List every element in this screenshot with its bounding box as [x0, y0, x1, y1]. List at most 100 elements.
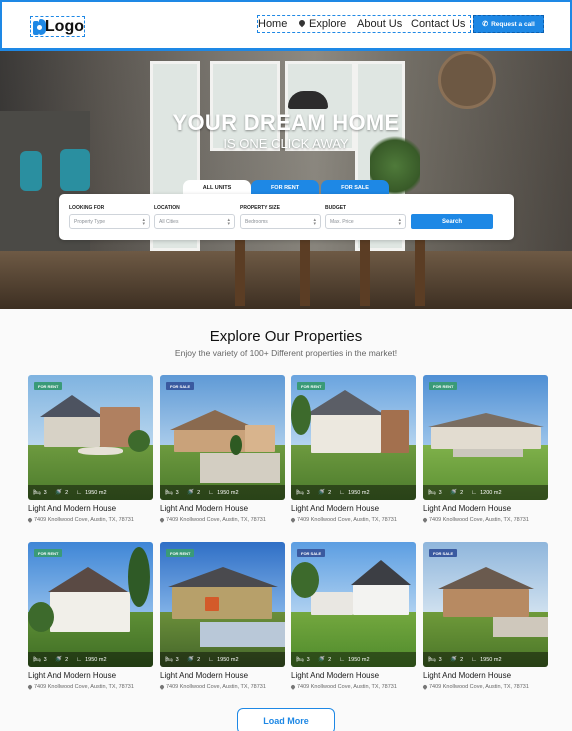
select-arrows-icon: ▴ ▾ — [398, 217, 401, 227]
property-title[interactable]: Light And Modern House — [423, 504, 511, 513]
property-image[interactable]: 🛏 3 🚿 2 ∟ 1950 m2 FOR RENT — [160, 542, 285, 667]
beds-count: 3 — [175, 656, 179, 663]
bed-icon: 🛏 — [165, 490, 173, 496]
main-nav: Home Explore About Us Contact Us — [257, 15, 471, 33]
property-type-value: Property Type — [74, 218, 106, 225]
property-image[interactable]: 🛏 3 🚿 2 ∟ 1950 m2 FOR SALE — [423, 542, 548, 667]
property-address-text: 7409 Knollwood Cove, Austin, TX, 78731 — [34, 684, 134, 690]
location-pin-icon — [423, 685, 427, 690]
baths-count: 2 — [197, 489, 201, 496]
logo-text: Logo — [44, 17, 84, 35]
location-pin-icon — [160, 685, 164, 690]
property-address-text: 7409 Knollwood Cove, Austin, TX, 78731 — [297, 684, 397, 690]
tab-for-sale[interactable]: FOR SALE — [321, 180, 389, 195]
nav-explore[interactable]: Explore — [299, 18, 346, 30]
max-price-select[interactable]: Max. Price ▴ ▾ — [325, 214, 406, 229]
bed-icon: 🛏 — [33, 490, 41, 496]
nav-home[interactable]: Home — [258, 18, 287, 30]
property-address: 7409 Knollwood Cove, Austin, TX, 78731 — [28, 517, 134, 523]
bath-icon: 🚿 — [186, 490, 195, 496]
property-title[interactable]: Light And Modern House — [160, 504, 248, 513]
beds-count: 3 — [175, 489, 179, 496]
property-image[interactable]: 🛏 3 🚿 2 ∟ 1200 m2 FOR RENT — [423, 375, 548, 500]
search-button[interactable]: Search — [411, 214, 493, 229]
property-stats: 🛏 3 🚿 2 ∟ 1950 m2 — [423, 652, 548, 667]
bedrooms-select[interactable]: Bedrooms ▴ ▾ — [240, 214, 321, 229]
baths-count: 2 — [460, 656, 464, 663]
search-panel: LOOKING FOR Property Type ▴ ▾ LOCATION Al… — [59, 194, 514, 240]
baths-count: 2 — [328, 656, 332, 663]
property-title[interactable]: Light And Modern House — [291, 504, 379, 513]
bath-icon: 🚿 — [186, 657, 195, 663]
area-icon: ∟ — [339, 656, 346, 663]
bed-icon: 🛏 — [296, 657, 304, 663]
area-value: 1950 m2 — [348, 489, 370, 496]
property-image[interactable]: 🛏 3 🚿 2 ∟ 1950 m2 FOR RENT — [291, 375, 416, 500]
location-pin-icon — [291, 518, 295, 523]
beds-count: 3 — [438, 656, 442, 663]
bed-icon: 🛏 — [428, 657, 436, 663]
baths-count: 2 — [328, 489, 332, 496]
nav-explore-label: Explore — [309, 18, 347, 30]
status-badge: FOR RENT — [34, 382, 63, 390]
location-select[interactable]: All Cities ▴ ▾ — [154, 214, 235, 229]
area-icon: ∟ — [471, 489, 478, 496]
property-address: 7409 Knollwood Cove, Austin, TX, 78731 — [160, 684, 266, 690]
property-address: 7409 Knollwood Cove, Austin, TX, 78731 — [160, 517, 266, 523]
hero-title: YOUR DREAM HOME — [172, 110, 400, 135]
property-type-select[interactable]: Property Type ▴ ▾ — [69, 214, 150, 229]
beds-count: 3 — [306, 656, 310, 663]
property-title[interactable]: Light And Modern House — [291, 671, 379, 680]
property-title[interactable]: Light And Modern House — [423, 671, 511, 680]
property-stats: 🛏 3 🚿 2 ∟ 1200 m2 — [423, 485, 548, 500]
status-badge: FOR RENT — [429, 382, 458, 390]
request-call-button[interactable]: ✆ Request a call — [473, 15, 544, 33]
property-title[interactable]: Light And Modern House — [28, 504, 116, 513]
status-badge: FOR SALE — [429, 549, 458, 557]
property-title[interactable]: Light And Modern House — [28, 671, 116, 680]
load-more-button[interactable]: Load More — [237, 708, 335, 731]
property-address-text: 7409 Knollwood Cove, Austin, TX, 78731 — [297, 517, 397, 523]
beds-count: 3 — [43, 489, 47, 496]
nav-about-us[interactable]: About Us — [357, 18, 402, 30]
location-label: LOCATION — [154, 205, 180, 211]
budget-label: BUDGET — [325, 205, 347, 211]
area-icon: ∟ — [471, 656, 478, 663]
bed-icon: 🛏 — [165, 657, 173, 663]
status-badge: FOR SALE — [166, 382, 195, 390]
bed-icon: 🛏 — [296, 490, 304, 496]
location-pin-icon — [28, 518, 32, 523]
area-value: 1950 m2 — [217, 656, 239, 663]
property-address-text: 7409 Knollwood Cove, Austin, TX, 78731 — [429, 684, 529, 690]
property-stats: 🛏 3 🚿 2 ∟ 1950 m2 — [28, 485, 153, 500]
section-title: Explore Our Properties — [209, 328, 363, 345]
property-address-text: 7409 Knollwood Cove, Austin, TX, 78731 — [429, 517, 529, 523]
property-image[interactable]: 🛏 3 🚿 2 ∟ 1950 m2 FOR SALE — [291, 542, 416, 667]
property-image[interactable]: 🛏 3 🚿 2 ∟ 1950 m2 FOR RENT — [28, 542, 153, 667]
phone-icon: ✆ — [482, 21, 489, 28]
tab-all-units[interactable]: ALL UNITS — [183, 180, 251, 195]
area-value: 1950 m2 — [85, 489, 107, 496]
max-price-value: Max. Price — [330, 218, 354, 225]
bed-icon: 🛏 — [33, 657, 41, 663]
hero-subtitle: IS ONE CLICK AWAY — [223, 136, 349, 151]
area-icon: ∟ — [339, 489, 346, 496]
logo[interactable]: Logo — [30, 16, 85, 37]
property-stats: 🛏 3 🚿 2 ∟ 1950 m2 — [160, 485, 285, 500]
tab-for-rent[interactable]: FOR RENT — [251, 180, 319, 195]
location-pin-icon — [291, 685, 295, 690]
property-image[interactable]: 🛏 3 🚿 2 ∟ 1950 m2 FOR SALE — [160, 375, 285, 500]
property-image[interactable]: 🛏 3 🚿 2 ∟ 1950 m2 FOR RENT — [28, 375, 153, 500]
property-title[interactable]: Light And Modern House — [160, 671, 248, 680]
bath-icon: 🚿 — [54, 657, 63, 663]
area-icon: ∟ — [208, 489, 215, 496]
beds-count: 3 — [43, 656, 47, 663]
property-address: 7409 Knollwood Cove, Austin, TX, 78731 — [423, 684, 529, 690]
property-address-text: 7409 Knollwood Cove, Austin, TX, 78731 — [166, 517, 266, 523]
location-pin-icon — [28, 685, 32, 690]
property-address: 7409 Knollwood Cove, Austin, TX, 78731 — [291, 517, 397, 523]
property-address: 7409 Knollwood Cove, Austin, TX, 78731 — [423, 517, 529, 523]
status-badge: FOR RENT — [34, 549, 63, 557]
location-pin-icon — [299, 20, 305, 28]
nav-contact-us[interactable]: Contact Us — [411, 18, 465, 30]
